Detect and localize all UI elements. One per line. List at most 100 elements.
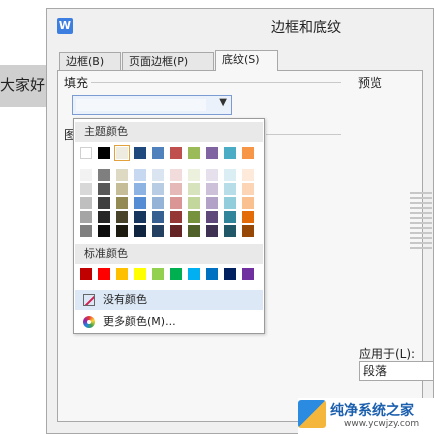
- dropdown-arrow-icon[interactable]: ▼: [219, 97, 227, 108]
- theme-shade-swatch[interactable]: [170, 197, 182, 209]
- standard-color-swatch[interactable]: [116, 268, 128, 280]
- theme-shade-swatch[interactable]: [152, 183, 164, 195]
- fill-color-dropdown[interactable]: ▼: [72, 95, 232, 115]
- document-text: 大家好: [0, 76, 46, 94]
- theme-shade-swatch[interactable]: [242, 211, 254, 223]
- theme-shade-swatch[interactable]: [224, 183, 236, 195]
- preview-line: [410, 232, 432, 234]
- theme-color-swatch[interactable]: [224, 147, 236, 159]
- theme-shade-swatch[interactable]: [224, 211, 236, 223]
- theme-shade-swatch[interactable]: [152, 197, 164, 209]
- site-watermark: 纯净系统之家 www.ycwjzy.com: [298, 398, 434, 434]
- theme-shade-swatch[interactable]: [242, 183, 254, 195]
- theme-shade-swatch[interactable]: [80, 211, 92, 223]
- theme-shade-swatch[interactable]: [188, 183, 200, 195]
- more-colors-option[interactable]: 更多颜色(M)...: [75, 312, 263, 332]
- color-wheel-icon: [83, 316, 95, 328]
- theme-shade-swatch[interactable]: [98, 225, 110, 237]
- dialog-titlebar[interactable]: W 边框和底纹: [47, 9, 433, 43]
- theme-shade-swatch[interactable]: [80, 225, 92, 237]
- preview-line: [410, 222, 432, 224]
- theme-shade-swatch[interactable]: [98, 169, 110, 181]
- theme-shade-swatch[interactable]: [170, 183, 182, 195]
- tab-borders[interactable]: 边框(B): [59, 52, 121, 70]
- standard-color-swatch[interactable]: [188, 268, 200, 280]
- theme-shade-swatch[interactable]: [242, 197, 254, 209]
- tab-shading[interactable]: 底纹(S): [215, 50, 278, 71]
- theme-shade-swatch[interactable]: [242, 225, 254, 237]
- theme-shade-swatch[interactable]: [188, 197, 200, 209]
- standard-color-swatch[interactable]: [98, 268, 110, 280]
- theme-shade-swatch[interactable]: [116, 225, 128, 237]
- theme-shade-swatch[interactable]: [170, 225, 182, 237]
- preview-line: [410, 217, 432, 219]
- standard-color-swatch[interactable]: [206, 268, 218, 280]
- theme-shade-swatch[interactable]: [98, 211, 110, 223]
- standard-color-swatch[interactable]: [242, 268, 254, 280]
- theme-shade-swatch[interactable]: [206, 211, 218, 223]
- theme-shade-swatch[interactable]: [80, 169, 92, 181]
- theme-shade-swatch[interactable]: [98, 197, 110, 209]
- more-colors-label: 更多颜色(M)...: [103, 315, 176, 328]
- theme-shade-swatch[interactable]: [224, 169, 236, 181]
- theme-shade-swatch[interactable]: [116, 183, 128, 195]
- theme-shade-swatch[interactable]: [80, 197, 92, 209]
- theme-color-swatch[interactable]: [170, 147, 182, 159]
- theme-shade-swatch[interactable]: [242, 169, 254, 181]
- tab-page-borders[interactable]: 页面边框(P): [122, 52, 214, 70]
- color-picker-popup: 主题颜色 标准颜色 没有颜色 更多颜色(M)...: [73, 118, 265, 334]
- preview-line: [410, 227, 432, 229]
- theme-shade-swatch[interactable]: [206, 183, 218, 195]
- theme-shade-swatch[interactable]: [188, 169, 200, 181]
- standard-color-swatch[interactable]: [80, 268, 92, 280]
- theme-shade-swatch[interactable]: [224, 197, 236, 209]
- theme-shade-swatch[interactable]: [134, 225, 146, 237]
- theme-shade-swatch[interactable]: [224, 225, 236, 237]
- theme-color-swatch[interactable]: [206, 147, 218, 159]
- standard-color-swatch[interactable]: [152, 268, 164, 280]
- theme-color-swatch[interactable]: [114, 145, 130, 161]
- theme-shade-swatch[interactable]: [206, 197, 218, 209]
- theme-shade-swatch[interactable]: [152, 225, 164, 237]
- theme-shade-swatch[interactable]: [134, 183, 146, 195]
- theme-shade-swatch[interactable]: [188, 225, 200, 237]
- preview-line: [410, 192, 432, 194]
- theme-color-swatch[interactable]: [152, 147, 164, 159]
- site-logo-icon: [298, 400, 326, 428]
- preview-line: [410, 247, 432, 249]
- standard-color-swatch[interactable]: [224, 268, 236, 280]
- theme-shade-swatch[interactable]: [116, 169, 128, 181]
- preview-line: [410, 237, 432, 239]
- pattern-group-divider: [266, 134, 341, 135]
- standard-color-swatch[interactable]: [134, 268, 146, 280]
- wps-app-icon: W: [57, 18, 73, 34]
- theme-color-swatch[interactable]: [98, 147, 110, 159]
- preview-label: 预览: [358, 76, 383, 90]
- theme-color-swatch[interactable]: [188, 147, 200, 159]
- preview-line: [410, 242, 432, 244]
- apply-to-dropdown[interactable]: 段落: [359, 361, 434, 381]
- theme-shade-swatch[interactable]: [152, 211, 164, 223]
- theme-shade-swatch[interactable]: [170, 211, 182, 223]
- theme-shade-swatch[interactable]: [206, 169, 218, 181]
- theme-color-swatch[interactable]: [242, 147, 254, 159]
- fill-label: 填充: [64, 76, 89, 90]
- theme-shade-swatch[interactable]: [80, 183, 92, 195]
- theme-shade-swatch[interactable]: [170, 169, 182, 181]
- theme-shade-swatch[interactable]: [116, 211, 128, 223]
- theme-shade-swatch[interactable]: [134, 197, 146, 209]
- standard-colors-header: 标准颜色: [75, 244, 263, 264]
- theme-shade-swatch[interactable]: [134, 169, 146, 181]
- fill-group-divider: [91, 82, 341, 83]
- theme-color-swatch[interactable]: [134, 147, 146, 159]
- theme-shade-swatch[interactable]: [188, 211, 200, 223]
- theme-color-swatch[interactable]: [80, 147, 92, 159]
- standard-color-swatch[interactable]: [170, 268, 182, 280]
- theme-shade-swatch[interactable]: [116, 197, 128, 209]
- theme-shade-swatch[interactable]: [206, 225, 218, 237]
- no-color-label: 没有颜色: [103, 293, 147, 306]
- theme-shade-swatch[interactable]: [134, 211, 146, 223]
- no-color-option[interactable]: 没有颜色: [75, 290, 263, 310]
- theme-shade-swatch[interactable]: [152, 169, 164, 181]
- theme-shade-swatch[interactable]: [98, 183, 110, 195]
